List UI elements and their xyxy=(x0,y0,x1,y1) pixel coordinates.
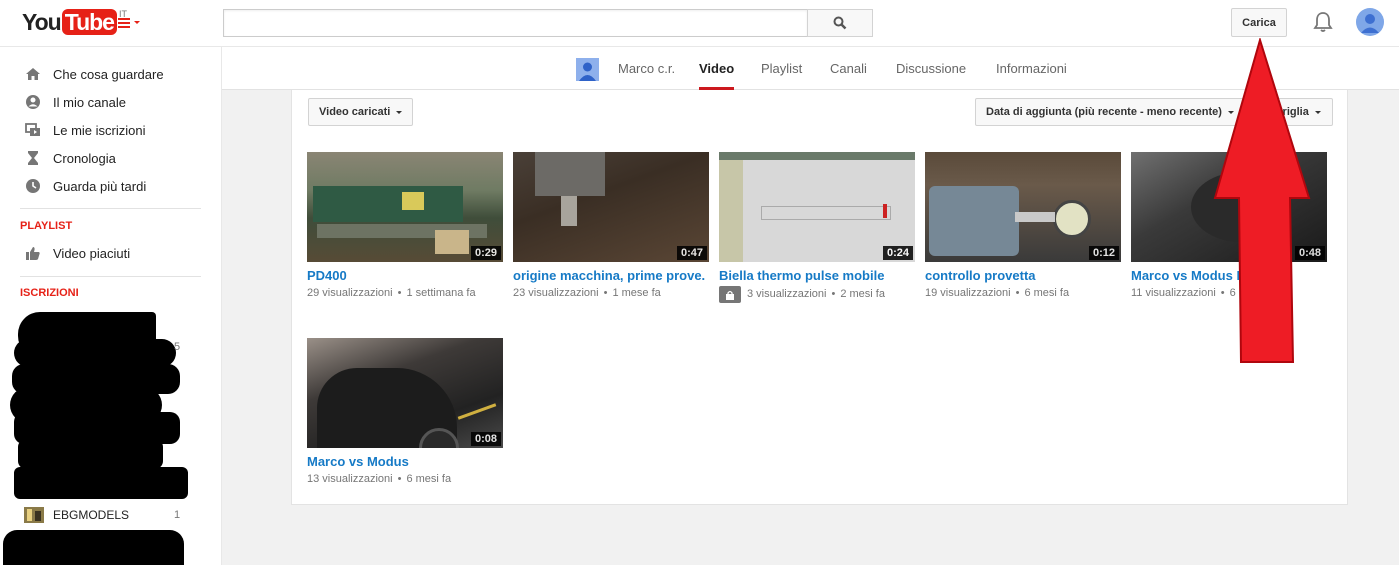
tab-discussion[interactable]: Discussione xyxy=(896,47,966,90)
sidebar-divider xyxy=(20,208,201,209)
sidebar-item-my-channel[interactable]: Il mio canale xyxy=(0,88,222,116)
tab-info[interactable]: Informazioni xyxy=(996,47,1067,90)
tab-playlist[interactable]: Playlist xyxy=(761,47,802,90)
account-avatar[interactable] xyxy=(1356,8,1384,36)
upload-age: 1 settimana fa xyxy=(406,287,476,299)
guide-menu-button[interactable] xyxy=(116,14,144,32)
video-title[interactable]: Marco vs Modus xyxy=(307,453,503,470)
sidebar-item-label: Guarda più tardi xyxy=(53,178,147,194)
user-silhouette-icon xyxy=(576,58,599,81)
home-icon xyxy=(26,68,40,80)
uploads-filter-dropdown[interactable]: Video caricati xyxy=(308,98,414,126)
subscriptions-icon xyxy=(25,123,40,136)
playlist-heading[interactable]: PLAYLIST xyxy=(20,220,72,232)
guide-sidebar: Che cosa guardare Il mio canale Le mie i… xyxy=(0,47,222,565)
view-count: 19 visualizzazioni xyxy=(925,287,1011,299)
channel-name-link[interactable]: Marco c.r. xyxy=(618,47,675,90)
chevron-down-icon xyxy=(1314,110,1321,114)
subscription-item-ebgmodels[interactable]: EBGMODELS 1 xyxy=(0,503,222,527)
notifications-button[interactable] xyxy=(1310,9,1336,35)
video-item[interactable]: 0:29 PD400 29 visualizzazioni • 1 settiman… xyxy=(307,152,503,301)
view-count: 11 visualizzazioni xyxy=(1131,287,1216,299)
bell-icon xyxy=(1313,12,1333,32)
sidebar-item-history[interactable]: Cronologia xyxy=(0,144,222,172)
video-item[interactable]: 0:24 Biella thermo pulse mobile 3 visual… xyxy=(719,152,915,303)
sidebar-item-watch-later[interactable]: Guarda più tardi xyxy=(0,172,222,200)
video-meta: 23 visualizzazioni • 1 mese fa xyxy=(513,287,661,299)
video-duration: 0:24 xyxy=(882,246,913,260)
search-input[interactable] xyxy=(223,9,808,37)
subscription-count: 1 xyxy=(174,509,181,521)
search-icon xyxy=(833,16,847,30)
video-thumbnail[interactable]: 0:29 xyxy=(307,152,503,262)
video-item[interactable]: 0:08 Marco vs Modus 13 visualizzazioni • 6… xyxy=(307,338,503,487)
video-duration: 0:47 xyxy=(676,246,707,260)
video-meta: 13 visualizzazioni • 6 mesi fa xyxy=(307,473,452,485)
sort-label: Data di aggiunta (più recente - meno rec… xyxy=(986,106,1222,118)
upload-age: 2 mesi fa xyxy=(840,288,885,300)
video-duration: 0:29 xyxy=(470,246,501,260)
view-count: 29 visualizzazioni xyxy=(307,287,393,299)
video-thumbnail[interactable]: 0:24 xyxy=(719,152,915,262)
hamburger-icon xyxy=(118,18,140,28)
sidebar-item-liked-videos[interactable]: Video piaciuti xyxy=(0,239,222,267)
sidebar-item-label: Video piaciuti xyxy=(53,245,131,261)
video-meta: 3 visualizzazioni • 2 mesi fa xyxy=(719,286,915,303)
person-icon xyxy=(26,95,40,109)
sidebar-item-label: Le mie iscrizioni xyxy=(53,122,146,138)
sidebar-divider xyxy=(20,276,201,277)
subscription-label: EBGMODELS xyxy=(53,508,130,522)
private-badge xyxy=(719,286,741,303)
view-count: 3 visualizzazioni xyxy=(747,288,827,300)
channel-avatar[interactable] xyxy=(576,58,599,81)
upload-age: 6 mesi fa xyxy=(406,473,452,485)
video-title[interactable]: controllo provetta xyxy=(925,267,1121,284)
youtube-logo[interactable]: You Tube IT xyxy=(22,7,127,37)
redaction-scribble xyxy=(14,467,188,499)
chevron-down-icon xyxy=(396,110,403,114)
subscriptions-heading[interactable]: ISCRIZIONI xyxy=(20,287,79,299)
video-thumbnail[interactable]: 0:12 xyxy=(925,152,1121,262)
video-item[interactable]: 0:47 origine macchina, prime prove. 23 v… xyxy=(513,152,709,301)
view-count: 23 visualizzazioni xyxy=(513,287,599,299)
video-thumbnail[interactable]: 0:47 xyxy=(513,152,709,262)
search-button[interactable] xyxy=(807,9,873,37)
video-thumbnail[interactable]: 0:08 xyxy=(307,338,503,448)
user-silhouette-icon xyxy=(1356,8,1384,36)
tab-channels[interactable]: Canali xyxy=(830,47,867,90)
clock-icon xyxy=(26,179,40,193)
channel-thumbnail xyxy=(24,507,44,523)
sidebar-item-label: Il mio canale xyxy=(53,94,126,110)
subscription-count: 5 xyxy=(174,341,181,353)
video-title[interactable]: Biella thermo pulse mobile xyxy=(719,267,915,284)
tab-video[interactable]: Video xyxy=(699,47,735,90)
sidebar-item-what-to-watch[interactable]: Che cosa guardare xyxy=(0,60,222,88)
sidebar-item-label: Che cosa guardare xyxy=(53,66,164,82)
sidebar-item-subscriptions[interactable]: Le mie iscrizioni xyxy=(0,116,222,144)
video-meta: 29 visualizzazioni • 1 settimana fa xyxy=(307,287,476,299)
redaction-scribble xyxy=(18,439,163,469)
logo-tube: Tube xyxy=(61,9,117,35)
video-duration: 0:12 xyxy=(1088,246,1119,260)
upload-age: 1 mese fa xyxy=(612,287,661,299)
channel-videos-panel: Video caricati Data di aggiunta (più rec… xyxy=(291,90,1348,505)
video-meta: 19 visualizzazioni • 6 mesi fa xyxy=(925,287,1070,299)
upload-age: 6 mesi fa xyxy=(1024,287,1070,299)
annotation-arrow xyxy=(1213,38,1311,363)
filter-label: Video caricati xyxy=(319,106,391,118)
video-title[interactable]: PD400 xyxy=(307,267,503,284)
video-item[interactable]: 0:12 controllo provetta 19 visualizzazio… xyxy=(925,152,1121,301)
view-count: 13 visualizzazioni xyxy=(307,473,393,485)
redaction-scribble xyxy=(3,530,184,565)
sidebar-item-label: Cronologia xyxy=(53,150,116,166)
video-duration: 0:08 xyxy=(470,432,501,446)
upload-button[interactable]: Carica xyxy=(1231,8,1287,37)
thumbs-up-icon xyxy=(26,247,40,260)
logo-you: You xyxy=(22,9,62,35)
lock-icon xyxy=(726,290,734,300)
hourglass-icon xyxy=(28,151,38,165)
subscription-item[interactable]: 5 xyxy=(0,337,222,357)
video-title[interactable]: origine macchina, prime prove. xyxy=(513,267,709,284)
